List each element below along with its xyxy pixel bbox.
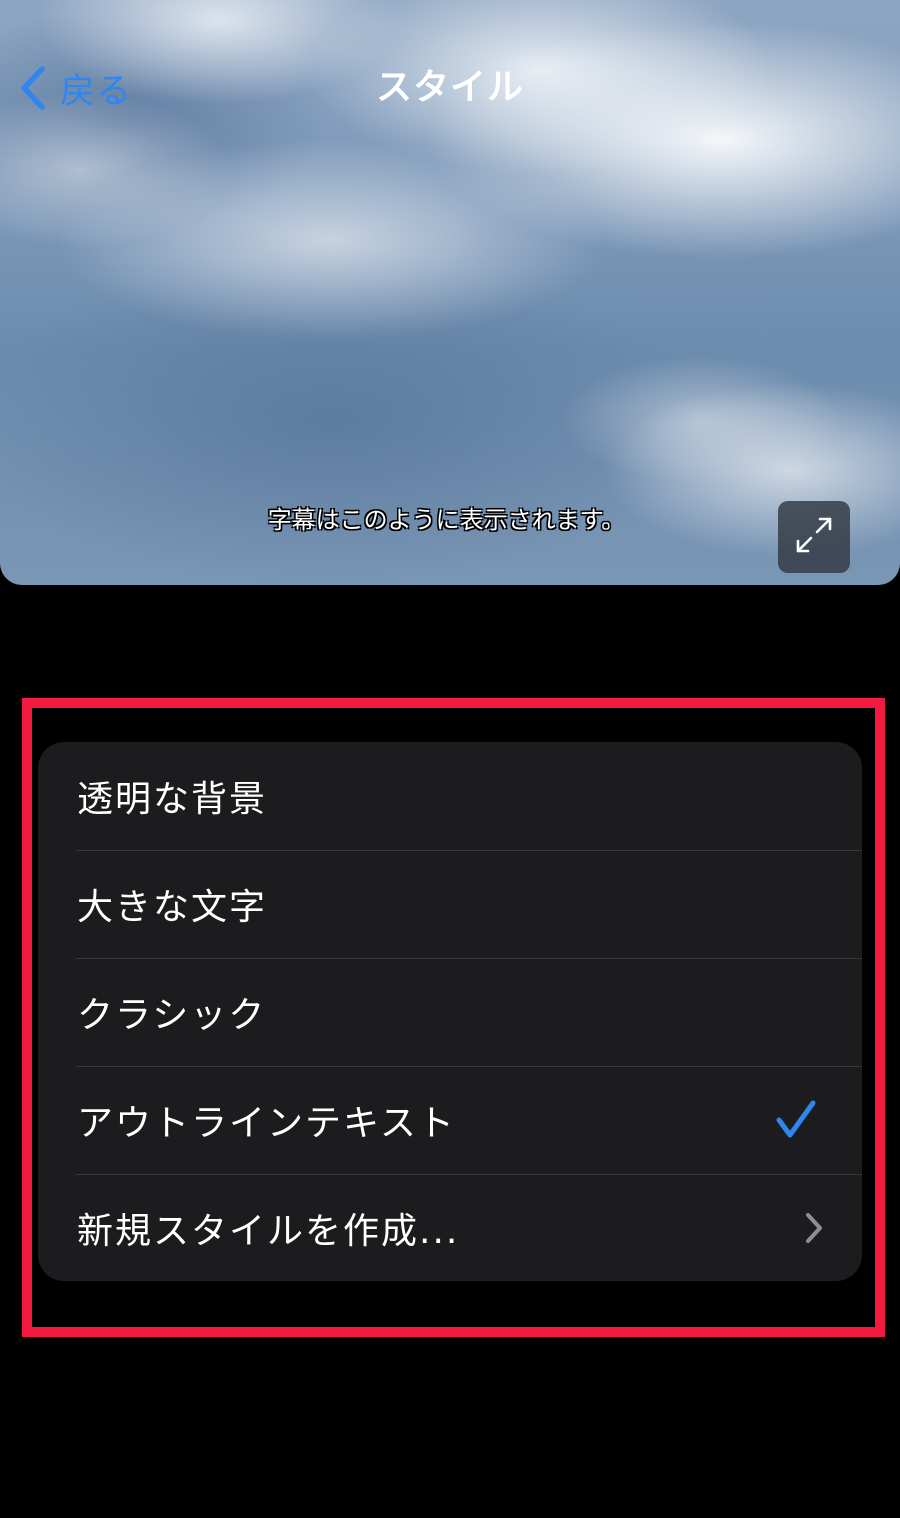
option-create-new-style[interactable]: 新規スタイルを作成... (38, 1174, 862, 1281)
expand-arrows-icon (794, 515, 834, 559)
option-outline-text[interactable]: アウトラインテキスト (38, 1066, 862, 1174)
style-options-list: 透明な背景 大きな文字 クラシック アウトラインテキスト 新規スタイルを作成..… (38, 742, 862, 1281)
option-label: 透明な背景 (77, 779, 268, 820)
page-title: スタイル (375, 67, 524, 108)
option-classic[interactable]: クラシック (38, 958, 862, 1066)
expand-preview-button[interactable] (778, 501, 850, 573)
option-transparent-background[interactable]: 透明な背景 (38, 742, 862, 850)
option-label: クラシック (77, 995, 267, 1036)
option-label: アウトラインテキスト (77, 1103, 456, 1144)
caption-sample-text: 字幕はこのように表示されます。 (267, 506, 626, 534)
checkmark-icon (774, 1098, 818, 1142)
caption-preview: 戻る スタイル 字幕はこのように表示されます。 (0, 0, 900, 585)
chevron-right-icon (803, 1212, 825, 1244)
option-label: 大きな文字 (77, 887, 268, 928)
option-large-text[interactable]: 大きな文字 (38, 850, 862, 958)
option-label: 新規スタイルを作成... (77, 1211, 460, 1252)
